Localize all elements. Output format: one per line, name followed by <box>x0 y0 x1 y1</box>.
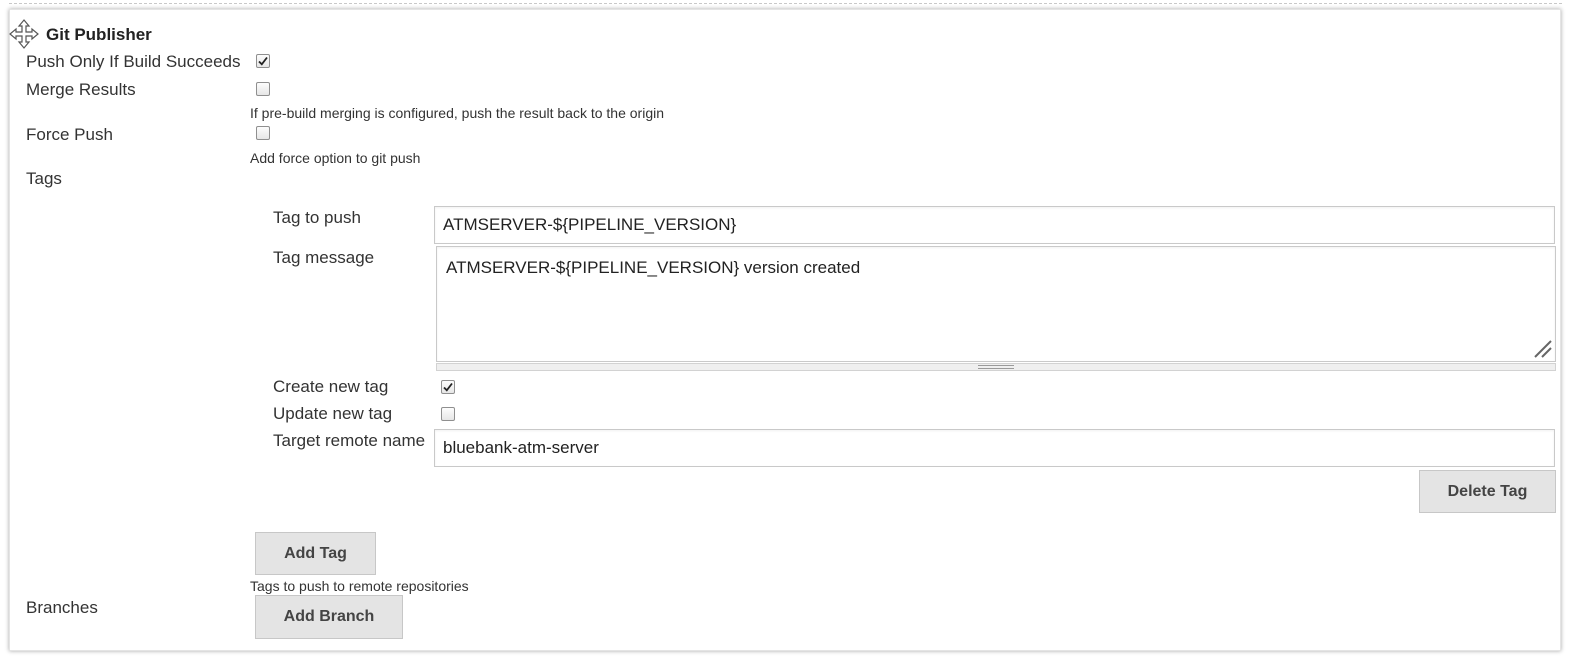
update-new-tag-checkbox[interactable] <box>441 407 455 421</box>
tags-label: Tags <box>26 169 62 188</box>
resize-grip-icon[interactable] <box>1531 337 1553 359</box>
create-new-tag-label: Create new tag <box>273 377 389 396</box>
delete-tag-button[interactable]: Delete Tag <box>1419 470 1556 513</box>
section-title: Git Publisher <box>46 25 152 44</box>
push-only-label: Push Only If Build Succeeds <box>26 52 241 71</box>
force-push-help: Add force option to git push <box>250 150 421 166</box>
push-only-checkbox[interactable] <box>256 54 270 68</box>
target-remote-name-label: Target remote name <box>273 431 426 450</box>
merge-results-help: If pre-build merging is configured, push… <box>250 105 665 121</box>
target-remote-name-input[interactable]: bluebank-atm-server <box>434 429 1555 467</box>
move-arrows-icon[interactable] <box>8 18 40 50</box>
add-branch-button[interactable]: Add Branch <box>255 595 403 639</box>
tags-help: Tags to push to remote repositories <box>250 578 469 594</box>
check-icon <box>443 382 453 392</box>
expand-handle-icon <box>978 365 1014 369</box>
update-new-tag-label: Update new tag <box>273 404 393 423</box>
merge-results-checkbox[interactable] <box>256 82 270 96</box>
branches-label: Branches <box>26 598 98 617</box>
check-icon <box>258 56 268 66</box>
create-new-tag-checkbox[interactable] <box>441 380 455 394</box>
add-tag-button[interactable]: Add Tag <box>255 532 376 575</box>
tag-to-push-label: Tag to push <box>273 208 361 227</box>
textarea-expand-bar[interactable] <box>436 363 1556 371</box>
force-push-label: Force Push <box>26 125 113 144</box>
tag-message-label: Tag message <box>273 248 375 267</box>
force-push-checkbox[interactable] <box>256 126 270 140</box>
merge-results-label: Merge Results <box>26 80 136 99</box>
tag-message-text: ATMSERVER-${PIPELINE_VERSION} version cr… <box>446 258 861 277</box>
tag-message-textarea[interactable]: ATMSERVER-${PIPELINE_VERSION} version cr… <box>436 246 1556 362</box>
tag-to-push-input[interactable]: ATMSERVER-${PIPELINE_VERSION} <box>434 206 1555 244</box>
section-divider <box>9 3 1562 4</box>
